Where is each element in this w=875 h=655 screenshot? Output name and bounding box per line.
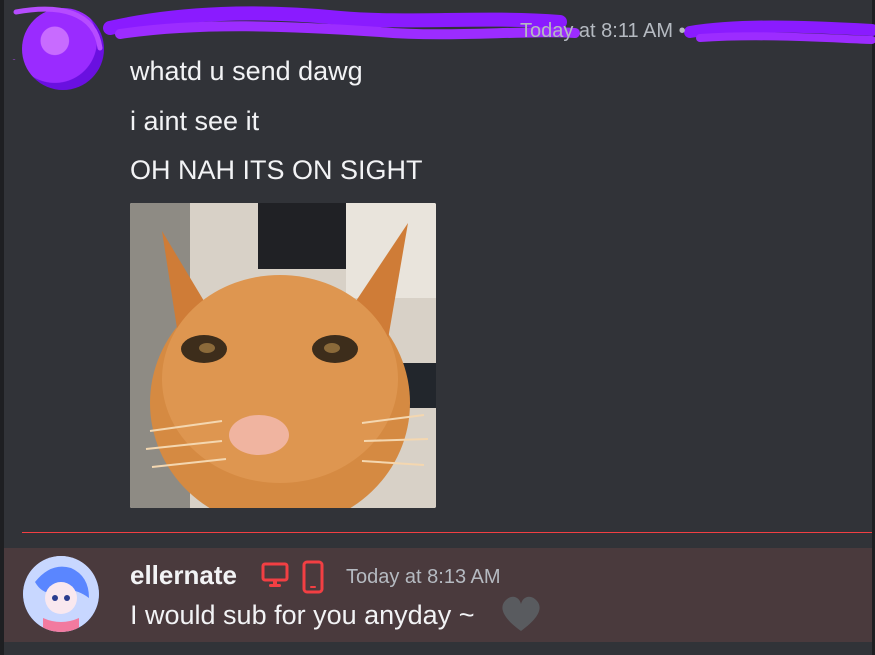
message-timestamp: Today at 8:13 AM <box>346 566 501 588</box>
message-line: OH NAH ITS ON SIGHT <box>130 155 423 185</box>
desktop-icon <box>260 560 290 595</box>
avatar[interactable] <box>23 556 99 632</box>
cat-image[interactable] <box>130 203 436 508</box>
message-text: I would sub for you anyday ~ <box>130 600 475 630</box>
new-messages-divider <box>22 532 872 533</box>
message-group-1: Today at 8:11 AM • whatd u send dawg i a… <box>0 0 875 525</box>
message-group-2: ellernate Today at 8:13 AM I would sub f… <box>4 548 872 642</box>
message-line: i aint see it <box>130 106 260 136</box>
redaction-scribble <box>12 6 875 60</box>
message-timestamp: Today at 8:11 AM • <box>520 20 686 42</box>
message-line: whatd u send dawg <box>130 56 363 86</box>
mobile-icon <box>300 560 326 599</box>
heart-icon <box>499 594 543 639</box>
username[interactable]: ellernate <box>130 560 237 591</box>
